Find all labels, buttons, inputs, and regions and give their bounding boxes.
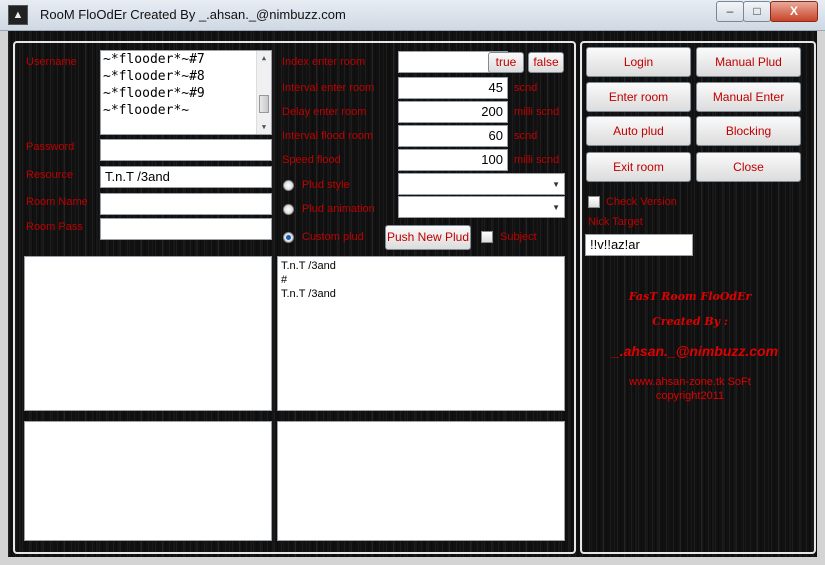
speed-flood-field[interactable]: 100 [398, 149, 508, 171]
plud-text-line: T.n.T /3and [281, 288, 336, 300]
interval-enter-room-label: Interval enter room [282, 82, 375, 94]
window-title: RooM FloOdEr Created By _.ahsan._@nimbuz… [40, 7, 346, 22]
delay-enter-room-label: Delay enter room [282, 106, 367, 118]
interval-flood-room-field[interactable]: 60 [398, 125, 508, 147]
username-item[interactable]: ~*flooder*~#8 [101, 68, 271, 85]
false-button[interactable]: false [528, 52, 564, 73]
chevron-down-icon: ▼ [552, 180, 560, 189]
interval-enter-room-field[interactable]: 45 [398, 77, 508, 99]
subject-label: Subject [500, 231, 537, 243]
nick-target-label: Nick Target [588, 216, 643, 228]
credit-website: www.ahsan-zone.tk SoFt [629, 376, 751, 388]
delay-enter-room-field[interactable]: 200 [398, 101, 508, 123]
log-area-bottom-right[interactable] [277, 421, 565, 541]
plud-text-area[interactable]: T.n.T /3and # T.n.T /3and [277, 256, 565, 411]
exit-room-button[interactable]: Exit room [586, 152, 691, 182]
title-bar: ▲ RooM FloOdEr Created By _.ahsan._@nimb… [0, 0, 825, 31]
plud-style-radio[interactable] [283, 180, 294, 191]
push-new-plud-button[interactable]: Push New Plud [385, 225, 471, 250]
credit-title: FasT Room FloOdEr [628, 290, 752, 303]
interval-flood-room-label: Interval flood room [282, 130, 374, 142]
plud-animation-select[interactable]: ▼ [398, 196, 565, 218]
username-list[interactable]: ~*flooder*~#7 ~*flooder*~#8 ~*flooder*~#… [100, 50, 272, 135]
app-icon[interactable]: ▲ [8, 5, 28, 25]
manual-plud-button[interactable]: Manual Plud [696, 47, 801, 77]
username-item[interactable]: ~*flooder*~ [101, 102, 271, 119]
username-label: Username [26, 56, 77, 68]
room-name-field[interactable] [100, 193, 272, 215]
interval-flood-room-unit: scnd [514, 130, 538, 142]
plud-animation-label: Plud animation [302, 203, 375, 215]
password-field[interactable] [100, 139, 272, 161]
resource-field[interactable]: T.n.T /3and [100, 166, 272, 188]
login-button[interactable]: Login [586, 47, 691, 77]
scroll-up-icon[interactable]: ▲ [257, 51, 271, 65]
scroll-down-icon[interactable]: ▼ [257, 120, 271, 134]
password-label: Password [26, 141, 75, 153]
check-version-label: Check Version [606, 196, 677, 208]
index-enter-room-label: Index enter room [282, 56, 366, 68]
manual-enter-button[interactable]: Manual Enter [696, 82, 801, 112]
credit-author: _.ahsan._@nimbuzz.com [611, 343, 779, 359]
close-button[interactable]: Close [696, 152, 801, 182]
username-scrollbar[interactable]: ▲ ▼ [256, 51, 271, 134]
plud-animation-radio[interactable] [283, 204, 294, 215]
resource-label: Resource [26, 169, 74, 181]
plud-style-label: Plud style [302, 179, 350, 191]
subject-checkbox[interactable] [481, 231, 493, 243]
speed-flood-unit: milli scnd [514, 154, 560, 166]
minimize-button[interactable]: – [716, 1, 744, 22]
enter-room-button[interactable]: Enter room [586, 82, 691, 112]
true-button[interactable]: true [488, 52, 524, 73]
check-version-checkbox[interactable] [588, 196, 600, 208]
scroll-thumb[interactable] [259, 95, 269, 113]
log-area-bottom-left[interactable] [24, 421, 272, 541]
blocking-button[interactable]: Blocking [696, 116, 801, 146]
interval-enter-room-unit: scnd [514, 82, 538, 94]
delay-enter-room-unit: milli scnd [514, 106, 560, 118]
maximize-button[interactable]: □ [743, 1, 771, 22]
chevron-down-icon: ▼ [552, 203, 560, 212]
custom-plud-radio[interactable] [283, 232, 294, 243]
speed-flood-label: Speed flood [282, 154, 341, 166]
username-item[interactable]: ~*flooder*~#7 [101, 51, 271, 68]
auto-plud-button[interactable]: Auto plud [586, 116, 691, 146]
log-area-top-left[interactable] [24, 256, 272, 411]
plud-style-select[interactable]: ▼ [398, 173, 565, 195]
close-window-button[interactable]: X [770, 1, 818, 22]
username-item[interactable]: ~*flooder*~#9 [101, 85, 271, 102]
nick-target-field[interactable]: !!v!!az!ar [585, 234, 693, 256]
plud-text-line: # [281, 274, 288, 286]
room-pass-field[interactable] [100, 218, 272, 240]
credit-copyright: copyright2011 [655, 390, 725, 402]
room-pass-label: Room Pass [26, 221, 83, 233]
room-name-label: Room Name [26, 196, 88, 208]
custom-plud-label: Custom plud [302, 231, 364, 243]
credit-created-by: Created By : [652, 315, 728, 328]
plud-text-line: T.n.T /3and [281, 260, 336, 272]
